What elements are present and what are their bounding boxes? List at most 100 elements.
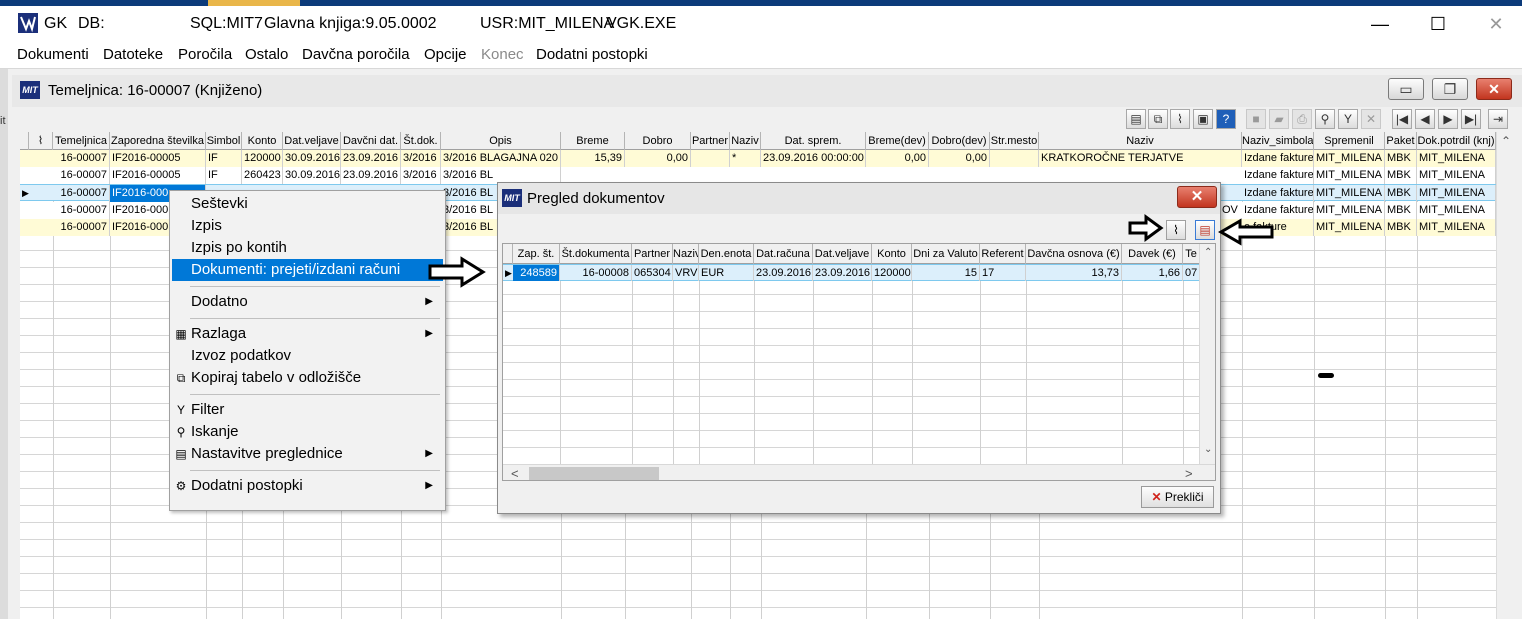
cell-naziv[interactable]: VRV bbox=[673, 265, 699, 281]
close-button[interactable]: ✕ bbox=[1473, 10, 1519, 38]
attach-icon[interactable]: ⌇ bbox=[29, 132, 53, 150]
col-davcni-dat[interactable]: Davčni dat. bbox=[341, 132, 401, 150]
minimize-button[interactable]: — bbox=[1357, 10, 1403, 38]
menu-item-nastavitve[interactable]: ▤ Nastavitve preglednice ▶ bbox=[170, 443, 445, 465]
cell-breme-dev[interactable]: 0,00 bbox=[866, 150, 929, 167]
cell-breme[interactable]: 15,39 bbox=[561, 150, 625, 167]
cell-opis[interactable]: 3/2016 BLAGAJNA 020 bbox=[441, 150, 561, 167]
child-restore-button[interactable]: ❐ bbox=[1432, 78, 1468, 100]
col-opis[interactable]: Opis bbox=[441, 132, 561, 150]
cell-davcni-dat[interactable]: 23.09.2016 bbox=[341, 150, 401, 167]
col-konto[interactable]: Konto bbox=[242, 132, 283, 150]
col-temeljnica[interactable]: Temeljnica bbox=[53, 132, 110, 150]
col-dat-sprem[interactable]: Dat. sprem. bbox=[761, 132, 866, 150]
cell-simbol[interactable]: IF bbox=[206, 150, 242, 167]
col-dobro[interactable]: Dobro bbox=[625, 132, 691, 150]
cell-zap-st[interactable]: 248589 bbox=[513, 265, 560, 281]
child-minimize-button[interactable]: ▭ bbox=[1388, 78, 1424, 100]
cell-spremenil[interactable]: MIT_MILENA bbox=[1314, 185, 1385, 202]
cell-konto[interactable]: 120000 bbox=[242, 150, 283, 167]
cell-dat-sprem[interactable]: 23.09.2016 00:00:00 bbox=[761, 150, 866, 167]
col-dat-veljave[interactable]: Dat.veljave bbox=[283, 132, 341, 150]
col-partner[interactable]: Partner bbox=[632, 244, 673, 264]
cell-naziv-konta[interactable]: KRATKOROČNE TERJATVE bbox=[1039, 150, 1242, 167]
exit-icon[interactable]: ⇥ bbox=[1488, 109, 1508, 129]
cell-zaporedna[interactable]: IF2016-00005 bbox=[110, 150, 206, 167]
menu-item-izpis-po-kontih[interactable]: Izpis po kontih bbox=[170, 237, 445, 259]
cancel-icon[interactable]: ✕ bbox=[1361, 109, 1381, 129]
col-spremenil[interactable]: Spremenil bbox=[1314, 132, 1385, 150]
dialog-close-button[interactable]: ✕ bbox=[1177, 186, 1217, 208]
col-referent[interactable]: Referent bbox=[980, 244, 1026, 264]
col-te[interactable]: Te bbox=[1183, 244, 1199, 264]
scroll-down-icon[interactable]: ⌄ bbox=[1204, 444, 1212, 455]
cell-st-dok[interactable]: 3/2016 bbox=[401, 167, 441, 184]
menu-item-iskanje[interactable]: ⚲ Iskanje bbox=[170, 421, 445, 443]
menu-davcna-porocila[interactable]: Davčna poročila bbox=[302, 46, 410, 63]
col-naziv[interactable]: Naziv bbox=[730, 132, 761, 150]
cell-paket[interactable]: MBK bbox=[1385, 150, 1417, 167]
menu-opcije[interactable]: Opcije bbox=[424, 46, 467, 63]
help-icon[interactable]: ? bbox=[1216, 109, 1236, 129]
col-konto[interactable]: Konto bbox=[872, 244, 912, 264]
cell-dat-racuna[interactable]: 23.09.2016 bbox=[754, 265, 813, 281]
cell-davek[interactable]: 1,66 bbox=[1122, 265, 1183, 281]
grid-vertical-scrollbar[interactable]: ⌃ bbox=[1496, 132, 1514, 619]
menu-item-dodatni-postopki[interactable]: ⚙ Dodatni postopki ▶ bbox=[170, 475, 445, 497]
scroll-up-icon[interactable]: ⌃ bbox=[1501, 134, 1511, 148]
cell-temeljnica[interactable]: 16-00007 bbox=[53, 202, 110, 219]
cell-dat-veljave[interactable]: 23.09.2016 bbox=[813, 265, 872, 281]
scroll-up-icon[interactable]: ⌃ bbox=[1204, 247, 1212, 258]
cell-naziv[interactable]: * bbox=[730, 150, 761, 167]
cell-dok-potrdil[interactable]: MIT_MILENA bbox=[1417, 219, 1496, 236]
cell-referent[interactable]: 17 bbox=[980, 265, 1026, 281]
square-icon[interactable]: ■ bbox=[1246, 109, 1266, 129]
cell-st-dokumenta[interactable]: 16-00008 bbox=[560, 265, 632, 281]
search-icon[interactable]: ⚲ bbox=[1315, 109, 1335, 129]
table-row-selected[interactable]: ▶ 248589 16-00008 065304 VRV EUR 23.09.2… bbox=[503, 264, 1199, 281]
cell-temeljnica[interactable]: 16-00007 bbox=[53, 185, 110, 202]
col-dobro-dev[interactable]: Dobro(dev) bbox=[929, 132, 990, 150]
first-record-icon[interactable]: |◀ bbox=[1392, 109, 1412, 129]
maximize-button[interactable]: ☐ bbox=[1415, 10, 1461, 38]
cell-paket[interactable]: MBK bbox=[1385, 167, 1417, 184]
col-simbol[interactable]: Simbol bbox=[206, 132, 242, 150]
menu-ostalo[interactable]: Ostalo bbox=[245, 46, 288, 63]
cell-temeljnica[interactable]: 16-00007 bbox=[53, 219, 110, 236]
menu-item-izvoz-podatkov[interactable]: Izvoz podatkov bbox=[170, 345, 445, 367]
col-partner[interactable]: Partner bbox=[691, 132, 730, 150]
scroll-thumb[interactable] bbox=[529, 467, 659, 480]
cell-simbol[interactable]: IF bbox=[206, 167, 242, 184]
table-row[interactable]: 16-00007 IF2016-00005 IF 120000 30.09.20… bbox=[20, 150, 1496, 167]
copy-icon[interactable]: ⧉ bbox=[1148, 109, 1168, 129]
col-zap-st[interactable]: Zap. št. bbox=[513, 244, 560, 264]
prev-record-icon[interactable]: ◀ bbox=[1415, 109, 1435, 129]
menu-item-filter[interactable]: Y Filter bbox=[170, 399, 445, 421]
col-st-dokumenta[interactable]: Št.dokumenta bbox=[560, 244, 632, 264]
cell-temeljnica[interactable]: 16-00007 bbox=[53, 167, 110, 184]
menu-porocila[interactable]: Poročila bbox=[178, 46, 232, 63]
cell-dok-potrdil[interactable]: MIT_MILENA bbox=[1417, 150, 1496, 167]
col-breme-dev[interactable]: Breme(dev) bbox=[866, 132, 929, 150]
cell-davcni-dat[interactable]: 23.09.2016 bbox=[341, 167, 401, 184]
cell-spremenil[interactable]: MIT_MILENA bbox=[1314, 202, 1385, 219]
cell-te[interactable]: 07 bbox=[1183, 265, 1199, 281]
cell-naziv-simbola[interactable]: Izdane fakture bbox=[1242, 202, 1314, 219]
cell-temeljnica[interactable]: 16-00007 bbox=[53, 150, 110, 167]
col-paket[interactable]: Paket bbox=[1385, 132, 1417, 150]
cell-str-mesto[interactable] bbox=[990, 150, 1039, 167]
paperclip-icon[interactable]: ⌇ bbox=[1170, 109, 1190, 129]
monitor-icon[interactable]: ▣ bbox=[1193, 109, 1213, 129]
cell-dok-potrdil[interactable]: MIT_MILENA bbox=[1417, 202, 1496, 219]
cancel-button[interactable]: ✕ Prekliči bbox=[1141, 486, 1214, 508]
menu-item-razlaga[interactable]: ▦ Razlaga ▶ bbox=[170, 323, 445, 345]
cell-partner[interactable]: 065304 bbox=[632, 265, 673, 281]
cell-zaporedna[interactable]: IF2016-00005 bbox=[110, 167, 206, 184]
menu-dodatni-postopki[interactable]: Dodatni postopki bbox=[536, 46, 648, 63]
cell-paket[interactable]: MBK bbox=[1385, 185, 1417, 202]
col-st-dok[interactable]: Št.dok. bbox=[401, 132, 441, 150]
dialog-vertical-scrollbar[interactable]: ⌃ ⌄ bbox=[1199, 244, 1215, 464]
menu-item-dodatno[interactable]: Dodatno ▶ bbox=[170, 291, 445, 313]
cell-spremenil[interactable]: MIT_MILENA bbox=[1314, 167, 1385, 184]
filter-icon[interactable]: Y bbox=[1338, 109, 1358, 129]
